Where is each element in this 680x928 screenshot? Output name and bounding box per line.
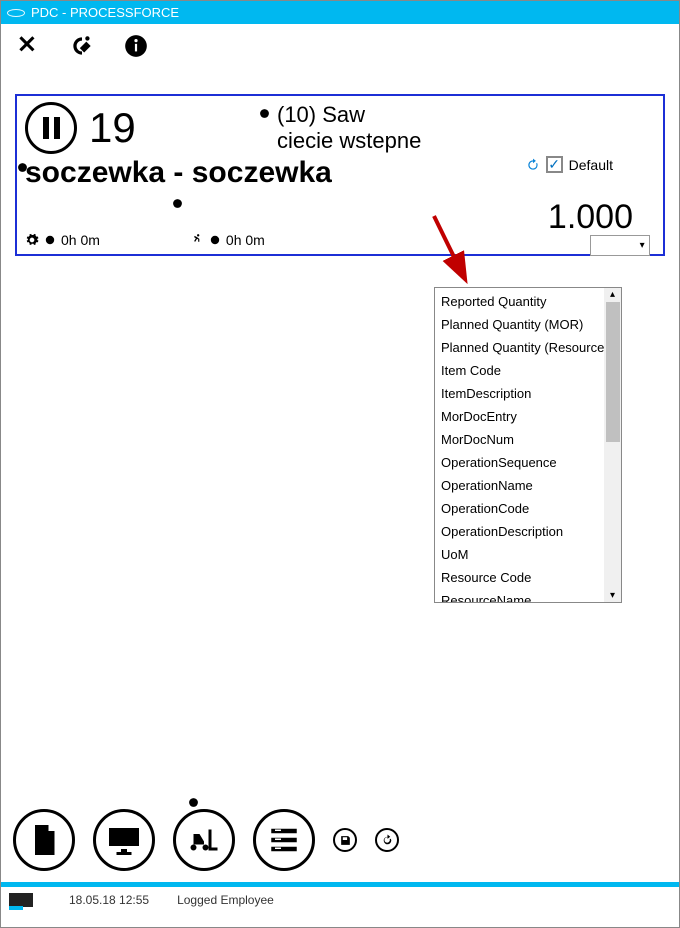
run-icon <box>190 233 204 247</box>
task-count: 19 <box>89 104 136 152</box>
titlebar: PDC - PROCESSFORCE <box>1 1 679 24</box>
pause-icon <box>43 117 60 139</box>
operation-sequence-name: (10) Saw <box>277 102 421 128</box>
status-bar: 18.05.18 12:55 Logged Employee <box>1 882 679 927</box>
dropdown-item[interactable]: Reported Quantity <box>435 290 604 313</box>
quantity-field: ✓ Default 1.000 ▾ <box>546 181 633 256</box>
dropdown-item[interactable]: UoM <box>435 543 604 566</box>
scroll-down-arrow[interactable]: ▾ <box>610 590 615 601</box>
dropdown-item[interactable]: OperationDescription <box>435 520 604 543</box>
operation-block: (10) Saw ciecie wstepne <box>277 102 421 154</box>
setup-time: 0h 0m <box>25 232 100 248</box>
forklift-button[interactable] <box>173 809 235 871</box>
app-logo <box>7 9 25 17</box>
window-title: PDC - PROCESSFORCE <box>31 5 179 20</box>
footer-toolbar <box>13 809 399 871</box>
chevron-down-icon: ▾ <box>640 240 645 251</box>
gear-icon <box>25 233 39 247</box>
top-toolbar <box>1 28 679 68</box>
satellite-icon[interactable] <box>69 33 95 64</box>
dropdown-item[interactable]: ItemDescription <box>435 382 604 405</box>
scrollbar[interactable]: ▴ ▾ <box>604 288 621 602</box>
default-layout-label: Default <box>569 157 613 173</box>
scroll-up-arrow[interactable]: ▴ <box>610 289 615 300</box>
status-datetime: 18.05.18 12:55 <box>69 893 149 907</box>
status-user: Logged Employee <box>177 893 274 907</box>
connections-icon[interactable] <box>15 33 41 64</box>
info-icon[interactable] <box>123 33 149 64</box>
refresh-button[interactable] <box>375 828 399 852</box>
dropdown-item[interactable]: Item Code <box>435 359 604 382</box>
marker-icon <box>188 797 199 808</box>
field-dropdown-list[interactable]: Reported QuantityPlanned Quantity (MOR)P… <box>434 287 622 603</box>
default-layout-checkbox[interactable]: ✓ <box>546 156 563 173</box>
operation-description: ciecie wstepne <box>277 128 421 154</box>
dropdown-item[interactable]: OperationName <box>435 474 604 497</box>
monitor-button[interactable] <box>93 809 155 871</box>
dropdown-item[interactable]: MorDocNum <box>435 428 604 451</box>
server-icon <box>9 893 33 907</box>
dropdown-item[interactable]: Planned Quantity (MOR) <box>435 313 604 336</box>
save-button[interactable] <box>333 828 357 852</box>
dropdown-item[interactable]: ResourceName <box>435 589 604 602</box>
dropdown-item[interactable]: OperationSequence <box>435 451 604 474</box>
pause-button[interactable] <box>25 102 77 154</box>
field-dropdown-button[interactable]: ▾ <box>590 235 650 256</box>
dropdown-item[interactable]: MorDocEntry <box>435 405 604 428</box>
run-time: 0h 0m <box>190 232 265 248</box>
dropdown-item[interactable]: Planned Quantity (Resource) <box>435 336 604 359</box>
refresh-icon[interactable] <box>526 158 540 172</box>
scroll-thumb[interactable] <box>606 302 620 442</box>
task-card[interactable]: 19 (10) Saw ciecie wstepne soczewka - so… <box>15 94 665 256</box>
dropdown-item[interactable]: OperationCode <box>435 497 604 520</box>
quantity-value: 1.000 <box>546 198 633 237</box>
archive-button[interactable] <box>253 809 315 871</box>
dropdown-item[interactable]: Resource Code <box>435 566 604 589</box>
new-document-button[interactable] <box>13 809 75 871</box>
